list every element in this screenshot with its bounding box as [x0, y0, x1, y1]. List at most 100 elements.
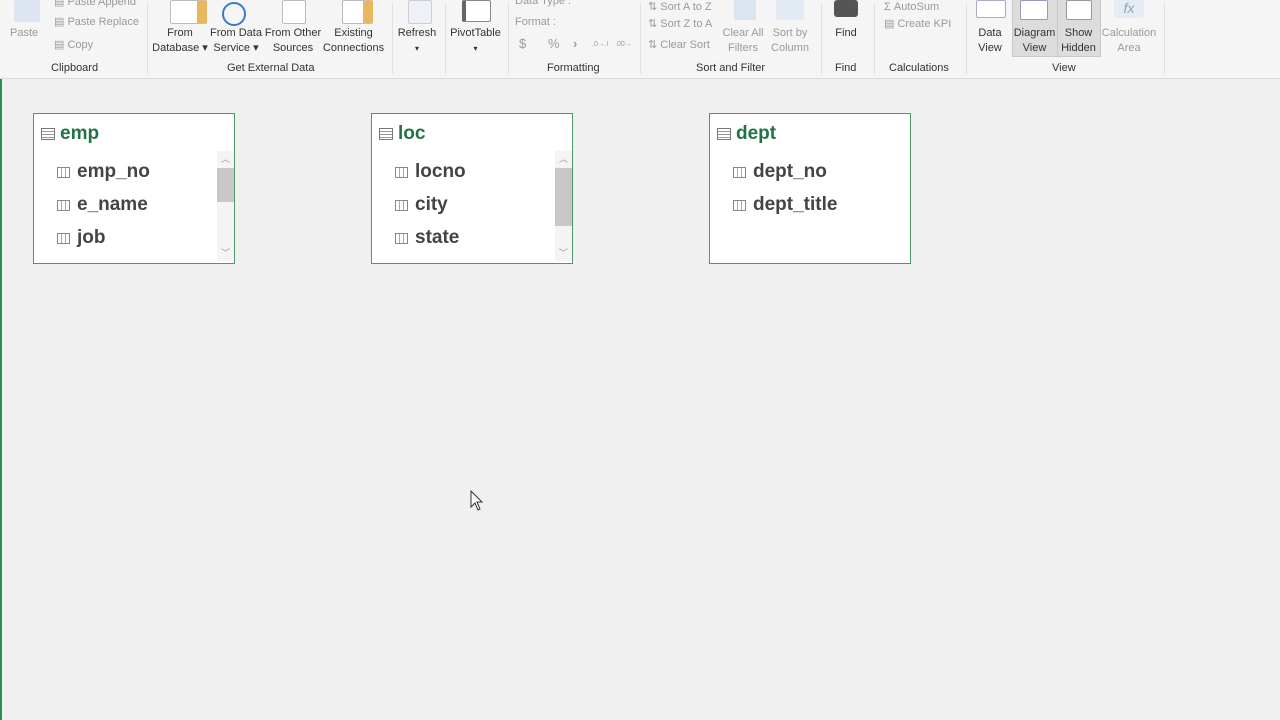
divider	[445, 4, 446, 74]
label: View	[1022, 42, 1047, 54]
column-icon	[57, 233, 70, 244]
column-icon	[395, 233, 408, 244]
sort-by-column-button[interactable]: Sort by Column	[766, 26, 814, 56]
label: Column	[771, 42, 809, 54]
label: Filters	[728, 42, 758, 54]
refresh-button[interactable]: Refresh ▾	[396, 26, 438, 56]
percent-button[interactable]: %	[548, 37, 560, 51]
create-kpi-button[interactable]: ▤ Create KPI	[884, 17, 951, 31]
column-icon	[57, 200, 70, 211]
column-icon	[733, 167, 746, 178]
diagram-view-button[interactable]: Diagram View	[1012, 26, 1057, 56]
chevron-down-icon: ▾	[473, 44, 478, 53]
currency-button[interactable]: $	[519, 37, 526, 51]
paste-icon	[14, 0, 40, 22]
group-label-formatting: Formatting	[547, 62, 600, 74]
clear-filter-icon	[734, 0, 756, 20]
scroll-up-icon[interactable]: ︿	[221, 152, 230, 165]
sort-a-to-z-button[interactable]: ⇅ Sort A to Z	[648, 0, 712, 14]
ribbon: Paste ▤ Paste Append ▤ Paste Replace ▤ C…	[0, 0, 1280, 79]
chevron-down-icon: ▾	[414, 44, 419, 53]
diagram-view-icon	[1020, 0, 1048, 20]
column-item[interactable]: dept_title	[753, 194, 837, 216]
scroll-up-icon[interactable]: ︿	[559, 152, 568, 165]
label: Clear Sort	[660, 39, 710, 51]
mouse-cursor-icon	[470, 490, 484, 511]
from-data-service-button[interactable]: From Data Service ▾	[208, 26, 264, 56]
table-title: loc	[398, 123, 426, 144]
from-database-button[interactable]: From Database ▾	[150, 26, 210, 56]
clear-all-filters-button[interactable]: Clear All Filters	[720, 26, 766, 56]
scrollbar[interactable]: ︿ ﹀	[555, 151, 572, 261]
column-icon	[395, 167, 408, 178]
other-sources-icon	[282, 0, 306, 24]
scrollbar[interactable]: ︿ ﹀	[217, 151, 234, 261]
show-hidden-button[interactable]: Show Hidden	[1057, 26, 1100, 56]
label: Show	[1064, 27, 1093, 39]
group-label-view: View	[1052, 62, 1076, 74]
table-icon	[717, 128, 731, 140]
table-title: dept	[736, 123, 777, 144]
label: Clear All	[722, 27, 764, 39]
show-hidden-icon	[1066, 0, 1092, 20]
column-item[interactable]: state	[415, 227, 459, 249]
existing-connections-button[interactable]: Existing Connections	[322, 26, 385, 56]
column-item[interactable]: locno	[415, 161, 466, 183]
format-dropdown[interactable]: Format :	[515, 15, 556, 29]
paste-button[interactable]: Paste	[10, 26, 38, 41]
scrollbar-thumb[interactable]	[555, 168, 572, 226]
data-view-button[interactable]: Data View	[972, 26, 1008, 56]
table-icon	[379, 128, 393, 140]
pivottable-button[interactable]: PivotTable ▾	[448, 26, 503, 56]
table-loc[interactable]: loc locno city state ︿ ﹀	[371, 113, 573, 264]
label: From Other	[264, 27, 322, 39]
label: From	[167, 27, 193, 39]
refresh-icon	[408, 0, 432, 24]
divider	[966, 4, 967, 74]
paste-replace-button[interactable]: ▤ Paste Replace	[54, 15, 139, 29]
pivottable-icon	[462, 0, 491, 22]
column-icon	[57, 167, 70, 178]
paste-append-label: Paste Append	[67, 0, 136, 8]
divider	[874, 4, 875, 74]
label: Sort by	[772, 27, 808, 39]
label: Sort A to Z	[660, 1, 712, 13]
sort-z-to-a-button[interactable]: ⇅ Sort Z to A	[648, 17, 712, 31]
scrollbar-thumb[interactable]	[217, 168, 234, 202]
globe-icon	[222, 2, 246, 26]
comma-button[interactable]: ›	[573, 37, 577, 51]
divider	[821, 4, 822, 74]
table-emp[interactable]: emp emp_no e_name job ︿ ﹀	[33, 113, 235, 264]
label: From Data	[210, 27, 262, 39]
column-icon	[733, 200, 746, 211]
from-other-sources-button[interactable]: From Other Sources	[263, 26, 323, 56]
table-dept[interactable]: dept dept_no dept_title	[709, 113, 911, 264]
column-item[interactable]: job	[77, 227, 106, 249]
label: Sort Z to A	[660, 18, 713, 30]
copy-button[interactable]: ▤ Copy	[54, 38, 93, 52]
table-icon	[41, 128, 55, 140]
paste-append-button[interactable]: ▤ Paste Append	[54, 0, 136, 9]
database-icon	[170, 0, 207, 24]
label: Data	[978, 27, 1002, 39]
decrease-decimal-button[interactable]: .00→.0	[615, 38, 631, 52]
scroll-down-icon[interactable]: ﹀	[221, 246, 230, 259]
clear-sort-button[interactable]: ⇅ Clear Sort	[648, 38, 710, 52]
data-type-dropdown[interactable]: Data Type :	[515, 0, 571, 8]
calculation-area-button[interactable]: Calculation Area	[1100, 26, 1158, 56]
find-button[interactable]: Find	[830, 26, 862, 41]
increase-decimal-button[interactable]: .0→.00	[592, 38, 608, 52]
group-label-external: Get External Data	[227, 62, 315, 74]
scroll-down-icon[interactable]: ﹀	[559, 246, 568, 259]
data-view-icon	[976, 0, 1006, 18]
column-item[interactable]: emp_no	[77, 161, 150, 183]
group-label-find: Find	[835, 62, 857, 74]
column-item[interactable]: city	[415, 194, 448, 216]
column-item[interactable]: e_name	[77, 194, 148, 216]
column-item[interactable]: dept_no	[753, 161, 827, 183]
autosum-button[interactable]: Σ AutoSum	[884, 0, 939, 14]
binoculars-icon	[834, 0, 858, 17]
divider	[392, 4, 393, 74]
sort-by-column-icon	[776, 0, 804, 20]
group-label-clipboard: Clipboard	[51, 62, 99, 74]
